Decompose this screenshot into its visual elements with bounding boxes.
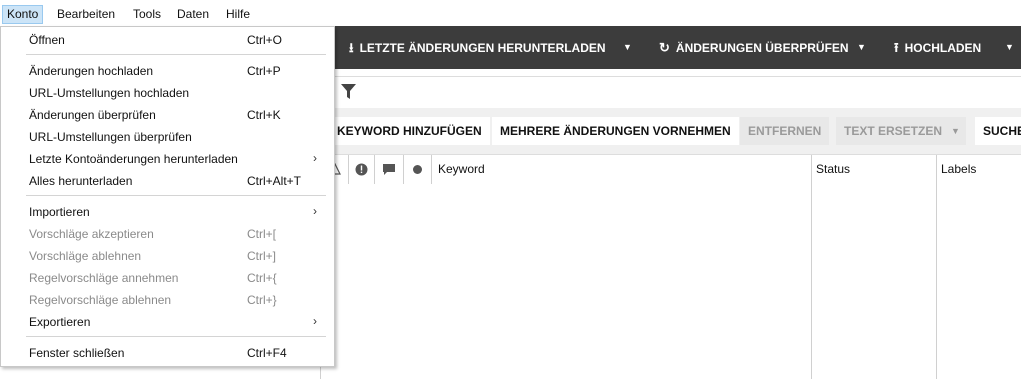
menu-shortcut: Ctrl+] <box>247 249 277 263</box>
menu-item-download-all[interactable]: Alles herunterladen <box>29 171 132 191</box>
upload-button[interactable]: ⭱ HOCHLADEN <box>894 26 981 69</box>
main-toolbar: ⭳ LETZTE ÄNDERUNGEN HERUNTERLADEN ▼ ↻ ÄNDE… <box>321 26 1021 69</box>
column-divider <box>374 155 375 184</box>
menu-item-check-url-redirects[interactable]: URL-Umstellungen überprüfen <box>29 127 192 147</box>
menu-tools[interactable]: Tools <box>129 6 165 23</box>
table-header: Keyword Status Labels <box>321 155 1021 184</box>
replace-text-chevron-icon[interactable]: ▼ <box>945 117 966 145</box>
menu-konto[interactable]: Konto <box>2 5 44 24</box>
menu-shortcut: Ctrl+Alt+T <box>247 174 302 188</box>
submenu-arrow-icon: › <box>313 204 317 218</box>
check-dropdown-chevron-icon[interactable]: ▼ <box>857 26 866 69</box>
menu-shortcut: Ctrl+P <box>247 64 281 78</box>
menu-bar: Konto Bearbeiten Tools Daten Hilfe <box>0 0 1021 26</box>
column-divider <box>431 155 432 184</box>
column-header-labels[interactable]: Labels <box>941 162 976 176</box>
konto-dropdown-menu: Öffnen Ctrl+O Änderungen hochladen Ctrl+… <box>0 26 335 367</box>
search-button[interactable]: SUCHE <box>975 117 1021 145</box>
menu-separator <box>26 336 326 337</box>
grid-line <box>936 184 937 379</box>
menu-separator <box>26 54 326 55</box>
grid-line <box>811 184 812 379</box>
menu-item-open[interactable]: Öffnen <box>29 30 65 50</box>
remove-button[interactable]: ENTFERNEN <box>740 117 830 145</box>
add-keyword-button[interactable]: KEYWORD HINZUFÜGEN <box>329 117 490 145</box>
upload-dropdown-chevron-icon[interactable]: ▼ <box>1005 26 1014 69</box>
check-changes-button[interactable]: ↻ ÄNDERUNGEN ÜBERPRÜFEN <box>659 26 849 69</box>
menu-item-check-changes[interactable]: Änderungen überprüfen <box>29 105 156 125</box>
menu-item-reject-rule-suggestions: Regelvorschläge ablehnen <box>29 293 172 307</box>
menu-item-accept-suggestions: Vorschläge akzeptieren <box>29 227 154 241</box>
menu-bearbeiten[interactable]: Bearbeiten <box>53 6 119 23</box>
menu-shortcut: Ctrl+} <box>247 293 277 307</box>
upload-icon: ⭱ <box>894 40 899 55</box>
download-changes-label: LETZTE ÄNDERUNGEN HERUNTERLADEN <box>359 41 606 55</box>
column-header-keyword[interactable]: Keyword <box>438 162 485 176</box>
filter-icon[interactable] <box>341 84 356 100</box>
submenu-arrow-icon: › <box>313 151 317 165</box>
menu-shortcut: Ctrl+F4 <box>247 346 287 360</box>
menu-item-import[interactable]: Importieren <box>29 202 90 222</box>
column-header-status[interactable]: Status <box>816 162 850 176</box>
menu-item-reject-suggestions: Vorschläge ablehnen <box>29 249 142 263</box>
upload-label: HOCHLADEN <box>904 41 982 55</box>
menu-item-upload-url-redirects[interactable]: URL-Umstellungen hochladen <box>29 83 189 103</box>
error-icon <box>355 163 368 176</box>
menu-item-download-recent-changes[interactable]: Letzte Kontoänderungen herunterladen <box>29 149 238 169</box>
column-divider <box>936 155 937 184</box>
status-dot-icon <box>413 165 422 174</box>
filter-bar <box>321 76 1021 109</box>
comment-icon <box>383 164 395 175</box>
column-divider <box>811 155 812 184</box>
check-changes-label: ÄNDERUNGEN ÜBERPRÜFEN <box>675 41 849 55</box>
submenu-arrow-icon: › <box>313 314 317 328</box>
action-bar: KEYWORD HINZUFÜGEN MEHRERE ÄNDERUNGEN VO… <box>321 108 1021 155</box>
download-changes-button[interactable]: ⭳ LETZTE ÄNDERUNGEN HERUNTERLADEN <box>349 26 606 69</box>
menu-item-close-window[interactable]: Fenster schließen <box>29 343 124 363</box>
download-icon: ⭳ <box>349 40 354 55</box>
menu-shortcut: Ctrl+{ <box>247 271 277 285</box>
column-divider <box>403 155 404 184</box>
replace-text-button[interactable]: TEXT ERSETZEN <box>836 117 947 145</box>
menu-daten[interactable]: Daten <box>173 6 213 23</box>
menu-hilfe[interactable]: Hilfe <box>222 6 254 23</box>
multiple-changes-button[interactable]: MEHRERE ÄNDERUNGEN VORNEHMEN <box>492 117 739 145</box>
menu-item-upload-changes[interactable]: Änderungen hochladen <box>29 61 153 81</box>
menu-item-export[interactable]: Exportieren <box>29 312 90 332</box>
menu-shortcut: Ctrl+K <box>247 108 281 122</box>
refresh-icon: ↻ <box>659 40 670 55</box>
download-dropdown-chevron-icon[interactable]: ▼ <box>623 26 632 69</box>
menu-shortcut: Ctrl+O <box>247 33 283 47</box>
menu-shortcut: Ctrl+[ <box>247 227 277 241</box>
menu-item-accept-rule-suggestions: Regelvorschläge annehmen <box>29 271 179 285</box>
menu-separator <box>26 195 326 196</box>
column-divider <box>348 155 349 184</box>
